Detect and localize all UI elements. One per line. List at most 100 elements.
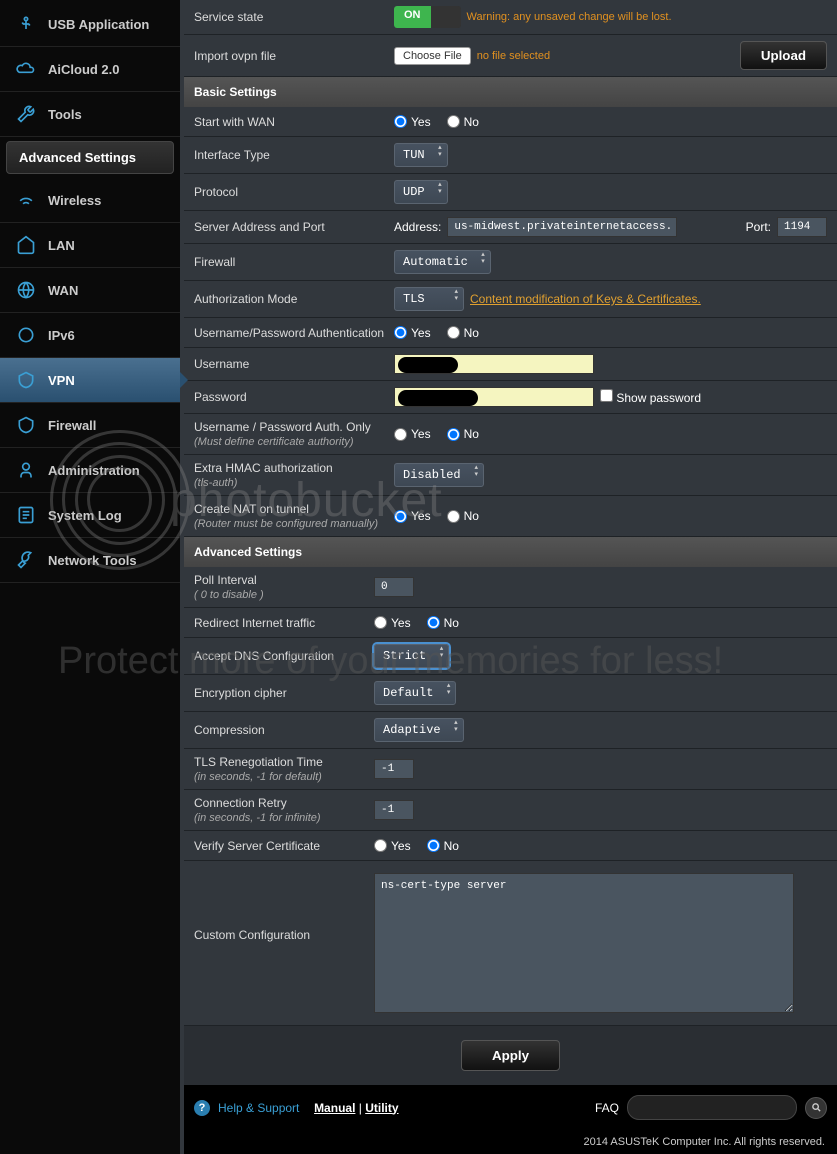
vpn-icon bbox=[12, 368, 40, 392]
globe-icon bbox=[12, 278, 40, 302]
sidebar-item-tools[interactable]: Tools bbox=[0, 92, 180, 137]
keys-certs-link[interactable]: Content modification of Keys & Certifica… bbox=[470, 292, 701, 306]
wifi-icon bbox=[12, 188, 40, 212]
show-password-checkbox[interactable]: Show password bbox=[600, 389, 701, 405]
sidebar-item-usb[interactable]: USB Application bbox=[0, 2, 180, 47]
sidebar-item-aicloud[interactable]: AiCloud 2.0 bbox=[0, 47, 180, 92]
authonly-no[interactable]: No bbox=[447, 427, 479, 441]
nat-no[interactable]: No bbox=[447, 509, 479, 523]
server-port-input[interactable] bbox=[777, 217, 827, 237]
footer: ? Help & Support Manual | Utility FAQ bbox=[184, 1085, 837, 1130]
row-server: Server Address and Port Address: Port: bbox=[184, 211, 837, 244]
help-icon: ? bbox=[194, 1100, 210, 1116]
sidebar-section-header: Advanced Settings bbox=[6, 141, 174, 174]
protocol-select[interactable]: UDP bbox=[394, 180, 448, 204]
sidebar: USB Application AiCloud 2.0 Tools Advanc… bbox=[0, 0, 180, 1154]
basic-settings-header: Basic Settings bbox=[184, 77, 837, 107]
sidebar-label: LAN bbox=[48, 238, 75, 253]
row-interface-type: Interface Type TUN bbox=[184, 137, 837, 174]
conn-retry-input[interactable] bbox=[374, 800, 414, 820]
sidebar-item-admin[interactable]: Administration bbox=[0, 448, 180, 493]
auth-mode-select[interactable]: TLS bbox=[394, 287, 464, 311]
user-icon bbox=[12, 458, 40, 482]
tls-reneg-input[interactable] bbox=[374, 759, 414, 779]
hmac-select[interactable]: Disabled bbox=[394, 463, 484, 487]
nat-yes[interactable]: Yes bbox=[394, 509, 431, 523]
sidebar-label: VPN bbox=[48, 373, 75, 388]
server-address-input[interactable] bbox=[447, 217, 677, 237]
userpass-yes[interactable]: Yes bbox=[394, 326, 431, 340]
userpass-no[interactable]: No bbox=[447, 326, 479, 340]
apply-button[interactable]: Apply bbox=[461, 1040, 560, 1071]
sidebar-label: Tools bbox=[48, 107, 82, 122]
custom-config-textarea[interactable]: ns-cert-type server bbox=[374, 873, 794, 1013]
sidebar-label: Administration bbox=[48, 463, 140, 478]
sidebar-label: WAN bbox=[48, 283, 78, 298]
faq-go-button[interactable] bbox=[805, 1097, 827, 1119]
utility-link[interactable]: Utility bbox=[365, 1101, 398, 1115]
redacted-overlay bbox=[398, 390, 478, 406]
main-content: Service state ON Warning: any unsaved ch… bbox=[180, 0, 837, 1154]
row-userpass-auth: Username/Password Authentication Yes No bbox=[184, 318, 837, 348]
row-service-state: Service state ON Warning: any unsaved ch… bbox=[184, 0, 837, 35]
poll-input[interactable] bbox=[374, 577, 414, 597]
sidebar-item-ipv6[interactable]: IPv6 bbox=[0, 313, 180, 358]
sidebar-label: Firewall bbox=[48, 418, 96, 433]
redirect-yes[interactable]: Yes bbox=[374, 616, 411, 630]
service-state-label: Service state bbox=[194, 10, 394, 24]
cipher-select[interactable]: Default bbox=[374, 681, 456, 705]
warning-text: Warning: any unsaved change will be lost… bbox=[467, 11, 672, 23]
upload-button[interactable]: Upload bbox=[740, 41, 827, 70]
import-file-label: Import ovpn file bbox=[194, 49, 394, 63]
service-toggle[interactable]: ON bbox=[394, 6, 461, 28]
sidebar-label: Network Tools bbox=[48, 553, 137, 568]
row-dns: Accept DNS Configuration Strict bbox=[184, 638, 837, 675]
verify-yes[interactable]: Yes bbox=[374, 839, 411, 853]
firewall-select[interactable]: Automatic bbox=[394, 250, 491, 274]
help-support-link[interactable]: Help & Support bbox=[218, 1101, 299, 1115]
row-auth-mode: Authorization Mode TLS Content modificat… bbox=[184, 281, 837, 318]
sidebar-item-wireless[interactable]: Wireless bbox=[0, 178, 180, 223]
start-wan-no[interactable]: No bbox=[447, 115, 479, 129]
sidebar-item-wan[interactable]: WAN bbox=[0, 268, 180, 313]
row-hmac: Extra HMAC authorization(tls-auth) Disab… bbox=[184, 455, 837, 496]
wrench-icon bbox=[12, 102, 40, 126]
manual-link[interactable]: Manual bbox=[314, 1101, 355, 1115]
verify-no[interactable]: No bbox=[427, 839, 459, 853]
sidebar-item-firewall[interactable]: Firewall bbox=[0, 403, 180, 448]
sidebar-label: System Log bbox=[48, 508, 122, 523]
row-verify-cert: Verify Server Certificate Yes No bbox=[184, 831, 837, 861]
file-status: no file selected bbox=[477, 50, 550, 62]
row-protocol: Protocol UDP bbox=[184, 174, 837, 211]
ipv6-icon bbox=[12, 323, 40, 347]
row-poll: Poll Interval( 0 to disable ) bbox=[184, 567, 837, 608]
choose-file-button[interactable]: Choose File bbox=[394, 47, 471, 65]
row-custom-config: Custom Configuration ns-cert-type server bbox=[184, 861, 837, 1026]
redirect-no[interactable]: No bbox=[427, 616, 459, 630]
log-icon bbox=[12, 503, 40, 527]
apply-section: Apply bbox=[184, 1026, 837, 1085]
start-wan-yes[interactable]: Yes bbox=[394, 115, 431, 129]
redacted-overlay bbox=[398, 357, 458, 373]
row-compression: Compression Adaptive bbox=[184, 712, 837, 749]
row-password: Password Show password bbox=[184, 381, 837, 414]
faq-search-input[interactable] bbox=[627, 1095, 797, 1120]
interface-type-select[interactable]: TUN bbox=[394, 143, 448, 167]
tools-icon bbox=[12, 548, 40, 572]
home-icon bbox=[12, 233, 40, 257]
compression-select[interactable]: Adaptive bbox=[374, 718, 464, 742]
shield-icon bbox=[12, 413, 40, 437]
dns-select[interactable]: Strict bbox=[374, 644, 449, 668]
authonly-yes[interactable]: Yes bbox=[394, 427, 431, 441]
row-cipher: Encryption cipher Default bbox=[184, 675, 837, 712]
sidebar-item-syslog[interactable]: System Log bbox=[0, 493, 180, 538]
sidebar-item-vpn[interactable]: VPN bbox=[0, 358, 180, 403]
copyright: 2014 ASUSTeK Computer Inc. All rights re… bbox=[184, 1130, 837, 1154]
sidebar-label: USB Application bbox=[48, 17, 149, 32]
row-redirect: Redirect Internet traffic Yes No bbox=[184, 608, 837, 638]
row-auth-only: Username / Password Auth. Only(Must defi… bbox=[184, 414, 837, 455]
sidebar-label: Wireless bbox=[48, 193, 101, 208]
sidebar-item-nettools[interactable]: Network Tools bbox=[0, 538, 180, 583]
sidebar-item-lan[interactable]: LAN bbox=[0, 223, 180, 268]
usb-icon bbox=[12, 12, 40, 36]
